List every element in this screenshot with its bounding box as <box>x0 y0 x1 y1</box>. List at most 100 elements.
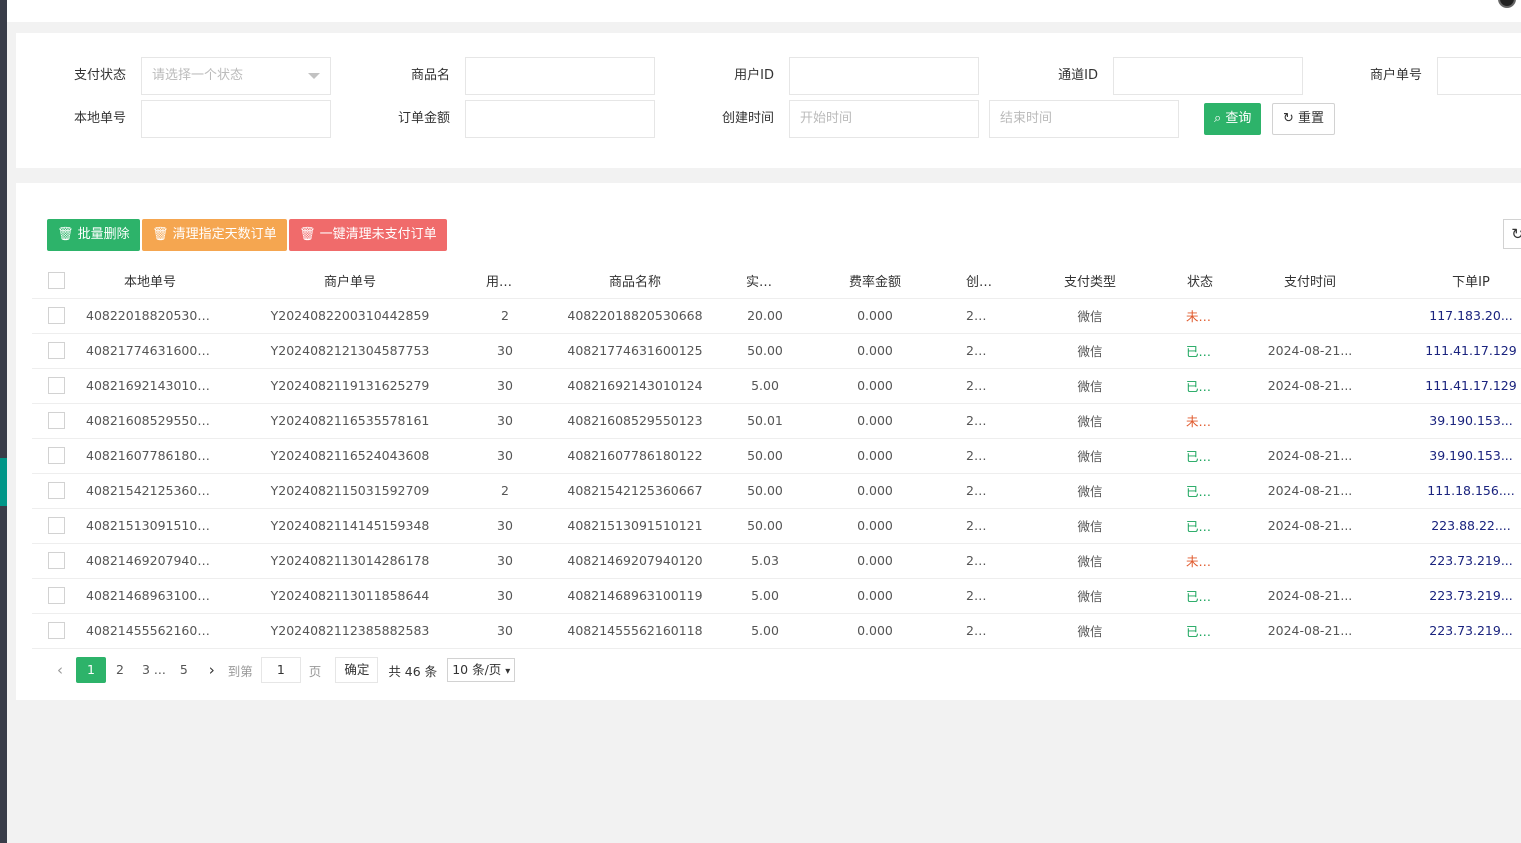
start-time-input[interactable]: 开始时间 <box>789 100 979 138</box>
cell-order-ip: 223.73.219... <box>1400 578 1521 614</box>
avatar[interactable] <box>1498 0 1516 8</box>
clear-days-button[interactable]: 🗑︎ 清理指定天数订单 <box>142 219 287 251</box>
row-checkbox-cell <box>32 298 80 334</box>
col-user-id[interactable]: 用户ID <box>480 263 530 299</box>
row-checkbox[interactable] <box>47 482 65 499</box>
cell-fee-amount: 0.000 <box>790 333 960 369</box>
total-count: 共 46 条 <box>388 663 438 679</box>
local-order-input[interactable] <box>141 100 331 138</box>
col-merchant-order[interactable]: 商户单号 <box>220 263 480 299</box>
cell-created-time: 2024-08-21... <box>960 543 1000 579</box>
row-checkbox[interactable] <box>47 377 65 394</box>
table-row[interactable]: 40822018820530668 Y2024082200310442859 2 40… <box>32 298 1521 334</box>
page-ellipsis: ... <box>153 662 166 677</box>
merchant-order-input[interactable] <box>1437 57 1521 95</box>
cell-pay-type: 微信 <box>1000 298 1180 334</box>
cell-pay-type: 微信 <box>1000 368 1180 404</box>
table-row[interactable]: 40821468963100119 Y2024082113011858644 30 4… <box>32 578 1521 614</box>
table-row[interactable]: 40821692143010124 Y2024082119131625279 30 4… <box>32 368 1521 404</box>
page-size-select[interactable]: 10 条/页 ▾ <box>447 658 516 682</box>
prev-page-icon[interactable]: ‹ <box>46 657 74 683</box>
end-time-input[interactable]: 结束时间 <box>989 100 1179 138</box>
col-local-order[interactable]: 本地单号 <box>80 263 220 299</box>
cell-paid-amount: 5.00 <box>740 578 790 614</box>
row-checkbox-cell <box>32 578 80 614</box>
row-checkbox[interactable] <box>47 412 65 429</box>
channel-id-input[interactable] <box>1113 57 1303 95</box>
reset-button[interactable]: ↻ 重置 <box>1272 103 1336 135</box>
col-paid-amount[interactable]: 实付金额 <box>740 263 790 299</box>
search-button[interactable]: ⌕ 查询 <box>1204 103 1262 135</box>
goto-page-input[interactable]: 1 <box>260 657 301 683</box>
table-body: 40822018820530668 Y2024082200310442859 2 40… <box>32 298 1521 649</box>
batch-delete-button[interactable]: 🗑︎ 批量删除 <box>47 219 140 251</box>
row-checkbox[interactable] <box>47 622 65 639</box>
page-5[interactable]: 5 <box>172 657 196 683</box>
cell-user-id: 2 <box>480 473 530 509</box>
cell-paid-amount: 5.00 <box>740 368 790 404</box>
clear-unpaid-button[interactable]: 🗑︎ 一键清理未支付订单 <box>289 219 447 251</box>
goto-confirm-button[interactable]: 确定 <box>335 657 379 683</box>
cell-status: 已支付 <box>1180 438 1220 474</box>
next-page-icon[interactable]: › <box>198 657 226 683</box>
page-1[interactable]: 1 <box>76 657 106 683</box>
col-status[interactable]: 状态 <box>1180 263 1220 299</box>
row-checkbox[interactable] <box>47 517 65 534</box>
cell-user-id: 30 <box>480 403 530 439</box>
cell-status: 已支付 <box>1180 368 1220 404</box>
col-fee-amount[interactable]: 费率金额 <box>790 263 960 299</box>
user-id-input[interactable] <box>789 57 979 95</box>
cell-created-time: 2024-08-21... <box>960 333 1000 369</box>
table-row[interactable]: 40821774631600125 Y2024082121304587753 30 4… <box>32 333 1521 369</box>
table-row[interactable]: 40821542125360667 Y2024082115031592709 2 40… <box>32 473 1521 509</box>
cell-order-ip: 223.88.22.... <box>1400 508 1521 544</box>
cell-order-ip: 223.73.219... <box>1400 543 1521 579</box>
cell-local-order: 40821542125360667 <box>80 473 220 509</box>
table-row[interactable]: 40821607786180122 Y2024082116524043608 30 4… <box>32 438 1521 474</box>
cell-user-id: 30 <box>480 578 530 614</box>
row-checkbox[interactable] <box>47 342 65 359</box>
trash-icon: 🗑︎ <box>57 227 74 242</box>
cell-merchant-order: Y2024082119131625279 <box>220 368 480 404</box>
row-checkbox[interactable] <box>47 587 65 604</box>
cell-merchant-order: Y2024082121304587753 <box>220 333 480 369</box>
col-product-name[interactable]: 商品名称 <box>530 263 740 299</box>
order-amount-input[interactable] <box>465 100 655 138</box>
cell-status: 未支付 <box>1180 403 1220 439</box>
product-name-input[interactable] <box>465 57 655 95</box>
top-header <box>7 0 1521 22</box>
orders-table: 本地单号 商户单号 用户ID 商品名称 实付金额 费率金额 创建时间 支付类型 … <box>32 263 1521 649</box>
cell-created-time: 2024-08-21... <box>960 613 1000 649</box>
cell-local-order: 40821607786180122 <box>80 438 220 474</box>
col-pay-type[interactable]: 支付类型 <box>1000 263 1180 299</box>
cell-order-ip: 111.41.17.129 <box>1400 368 1521 404</box>
cell-order-ip: 223.73.219... <box>1400 613 1521 649</box>
cell-product-name: 40821468963100119 <box>530 578 740 614</box>
cell-order-ip: 39.190.153... <box>1400 403 1521 439</box>
table-refresh-button[interactable]: ↻ <box>1503 219 1521 249</box>
cell-pay-time: 2024-08-21... <box>1220 508 1400 544</box>
col-created-time[interactable]: 创建时间 <box>960 263 1000 299</box>
cell-merchant-order: Y2024082200310442859 <box>220 298 480 334</box>
page-2[interactable]: 2 <box>108 657 132 683</box>
row-checkbox[interactable] <box>47 552 65 569</box>
col-pay-time[interactable]: 支付时间 <box>1220 263 1400 299</box>
table-row[interactable]: 40821513091510121 Y2024082114145159348 30 4… <box>32 508 1521 544</box>
table-header-row: 本地单号 商户单号 用户ID 商品名称 实付金额 费率金额 创建时间 支付类型 … <box>32 263 1521 299</box>
cell-status: 未支付 <box>1180 543 1220 579</box>
pay-status-select[interactable]: 请选择一个状态 <box>141 57 331 95</box>
cell-status: 已支付 <box>1180 508 1220 544</box>
page-3[interactable]: 3 <box>134 657 152 683</box>
table-row[interactable]: 40821608529550123 Y2024082116535578161 30 4… <box>32 403 1521 439</box>
cell-pay-time <box>1220 298 1400 334</box>
select-all-checkbox[interactable] <box>47 271 65 289</box>
table-row[interactable]: 40821455562160118 Y2024082112385882583 30 4… <box>32 613 1521 649</box>
col-order-ip[interactable]: 下单IP <box>1400 263 1521 299</box>
cell-local-order: 40821608529550123 <box>80 403 220 439</box>
clear-days-label: 清理指定天数订单 <box>172 227 277 242</box>
table-row[interactable]: 40821469207940120 Y2024082113014286178 30 4… <box>32 543 1521 579</box>
row-checkbox[interactable] <box>47 307 65 324</box>
cell-created-time: 2024-08-21... <box>960 578 1000 614</box>
cell-user-id: 30 <box>480 368 530 404</box>
row-checkbox[interactable] <box>47 447 65 464</box>
